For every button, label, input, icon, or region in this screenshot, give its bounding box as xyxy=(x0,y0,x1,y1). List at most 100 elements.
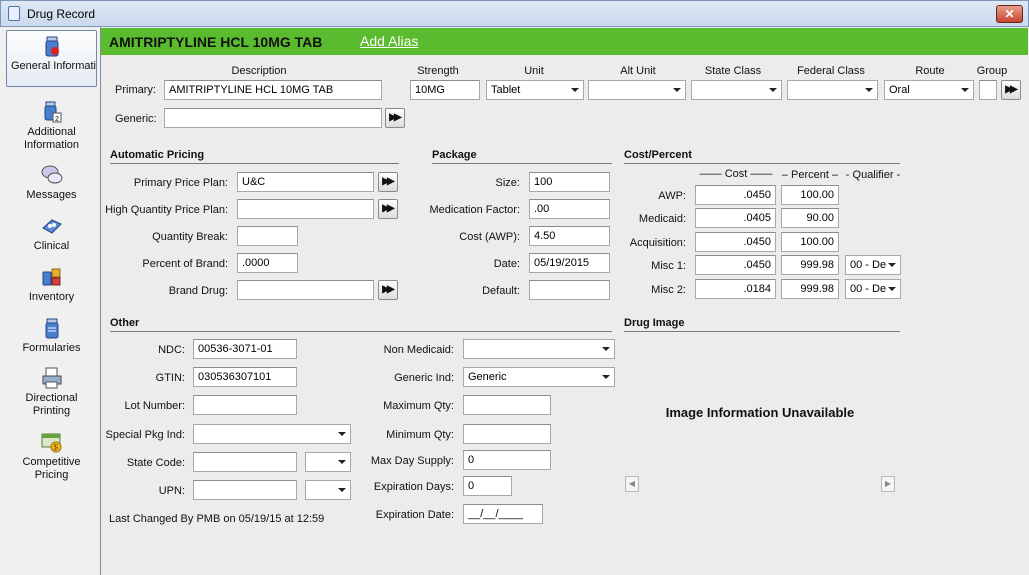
acquisition-cost-input[interactable]: .0450 xyxy=(695,232,776,252)
group-lookup-button[interactable]: ▶▶ xyxy=(1001,80,1021,100)
speech-bubbles-icon xyxy=(41,165,62,184)
state-class-select[interactable] xyxy=(691,80,782,100)
chevron-down-icon xyxy=(602,347,610,351)
cost-column-label: Cost xyxy=(724,168,748,180)
date-input[interactable]: 05/19/2015 xyxy=(529,253,610,273)
unit-select[interactable]: Tablet xyxy=(486,80,584,100)
close-button[interactable]: ✕ xyxy=(996,5,1023,23)
non-medicaid-label: Non Medicaid: xyxy=(383,344,454,356)
misc1-qualifier-select[interactable]: 00 - De xyxy=(845,255,901,275)
chevron-down-icon xyxy=(338,488,346,492)
generic-input[interactable] xyxy=(164,108,382,128)
sidebar-item-directional-printing[interactable]: Directional Printing xyxy=(6,366,97,417)
percent-of-brand-input[interactable]: .0000 xyxy=(237,253,298,273)
federal-class-select[interactable] xyxy=(787,80,878,100)
lot-number-input[interactable] xyxy=(193,395,297,415)
svg-text:2: 2 xyxy=(55,116,59,123)
col-header-alt-unit: Alt Unit xyxy=(620,65,656,77)
default-label: Default: xyxy=(482,285,520,297)
high-quantity-price-plan-label: High Quantity Price Plan: xyxy=(105,204,228,216)
sidebar-item-messages[interactable]: Messages xyxy=(6,163,97,201)
state-code-label: State Code: xyxy=(126,457,185,469)
max-day-supply-input[interactable]: 0 xyxy=(463,450,551,470)
medication-factor-input[interactable]: .00 xyxy=(529,199,610,219)
cost-row-label: Acquisition: xyxy=(629,237,686,249)
gtin-label: GTIN: xyxy=(155,372,185,384)
high-quantity-price-plan-input[interactable] xyxy=(237,199,374,219)
window-titlebar: Drug Record ✕ xyxy=(0,0,1029,27)
sidebar-item-label: Clinical xyxy=(33,240,70,252)
ndc-label: NDC: xyxy=(158,344,185,356)
misc2-percent-input[interactable]: 999.98 xyxy=(781,279,839,299)
ndc-input[interactable]: 00536-3071-01 xyxy=(193,339,297,359)
add-alias-link[interactable]: Add Alias xyxy=(360,33,418,49)
sidebar-item-formularies[interactable]: Formularies xyxy=(6,316,97,354)
alt-unit-select[interactable] xyxy=(588,80,686,100)
medicaid-percent-input[interactable]: 90.00 xyxy=(781,208,839,228)
sidebar-item-additional-information[interactable]: 2 Additional Information xyxy=(6,100,97,151)
price-card-icon: $ xyxy=(41,433,61,453)
brand-drug-lookup-button[interactable]: ▶▶ xyxy=(378,280,398,300)
sidebar-item-label: Additional Information xyxy=(23,126,80,151)
bottle-list-icon xyxy=(45,318,58,339)
misc2-cost-input[interactable]: .0184 xyxy=(695,279,776,299)
state-code-input[interactable] xyxy=(193,452,297,472)
printer-icon xyxy=(42,367,61,389)
medication-factor-label: Medication Factor: xyxy=(429,204,520,216)
primary-price-plan-input[interactable]: U&C xyxy=(237,172,374,192)
high-quantity-price-plan-lookup-button[interactable]: ▶▶ xyxy=(378,199,398,219)
upn-input[interactable] xyxy=(193,480,297,500)
expiration-days-label: Expiration Days: xyxy=(373,481,454,493)
special-pkg-ind-select[interactable] xyxy=(193,424,351,444)
expiration-days-input[interactable]: 0 xyxy=(463,476,512,496)
awp-cost-input[interactable]: .0450 xyxy=(695,185,776,205)
primary-price-plan-lookup-button[interactable]: ▶▶ xyxy=(378,172,398,192)
generic-lookup-button[interactable]: ▶▶ xyxy=(385,108,405,128)
sidebar-item-label: Directional Printing xyxy=(25,392,78,417)
sidebar-item-competitive-pricing[interactable]: $ Competitive Pricing xyxy=(6,430,97,481)
description-input[interactable]: AMITRIPTYLINE HCL 10MG TAB xyxy=(164,80,382,100)
qualifier-column-header: - Qualifier - xyxy=(845,169,901,181)
group-input[interactable] xyxy=(979,80,997,100)
state-code-select[interactable] xyxy=(305,452,351,472)
upn-label: UPN: xyxy=(158,485,185,497)
generic-ind-label: Generic Ind: xyxy=(394,372,454,384)
upn-select[interactable] xyxy=(305,480,351,500)
gtin-input[interactable]: 030536307101 xyxy=(193,367,297,387)
strength-input[interactable]: 10MG xyxy=(410,80,480,100)
expiration-date-label: Expiration Date: xyxy=(375,509,454,521)
qualifier-column-label: Qualifier xyxy=(852,169,894,181)
cost-row-label: AWP: xyxy=(658,190,686,202)
default-input[interactable] xyxy=(529,280,610,300)
acquisition-percent-input[interactable]: 100.00 xyxy=(781,232,839,252)
minimum-qty-label: Minimum Qty: xyxy=(386,429,454,441)
non-medicaid-select[interactable] xyxy=(463,339,615,359)
app-icon xyxy=(8,6,20,21)
route-select[interactable]: Oral xyxy=(884,80,974,100)
image-next-button[interactable]: ▶ xyxy=(881,476,895,492)
quantity-break-input[interactable] xyxy=(237,226,298,246)
size-label: Size: xyxy=(495,177,520,189)
cost-row-label: Misc 1: xyxy=(651,260,686,272)
medicaid-cost-input[interactable]: .0405 xyxy=(695,208,776,228)
cost-awp-input[interactable]: 4.50 xyxy=(529,226,610,246)
sidebar-item-inventory[interactable]: Inventory xyxy=(6,265,97,303)
misc2-qualifier-select[interactable]: 00 - De xyxy=(845,279,901,299)
sidebar-item-general-information[interactable]: General Information xyxy=(6,30,97,87)
misc1-percent-input[interactable]: 999.98 xyxy=(781,255,839,275)
expiration-date-input[interactable]: __/__/____ xyxy=(463,504,543,524)
image-prev-button[interactable]: ◀ xyxy=(625,476,639,492)
sidebar-item-clinical[interactable]: Clinical xyxy=(6,214,97,252)
last-changed-text: Last Changed By PMB on 05/19/15 at 12:59 xyxy=(109,513,325,525)
size-input[interactable]: 100 xyxy=(529,172,610,192)
primary-price-plan-label: Primary Price Plan: xyxy=(133,177,228,189)
maximum-qty-input[interactable] xyxy=(463,395,551,415)
misc1-cost-input[interactable]: .0450 xyxy=(695,255,776,275)
brand-drug-input[interactable] xyxy=(237,280,374,300)
generic-ind-select[interactable]: Generic xyxy=(463,367,615,387)
drug-header: AMITRIPTYLINE HCL 10MG TAB Add Alias xyxy=(101,28,1028,55)
misc1-qualifier-value: 00 - De xyxy=(850,259,887,271)
awp-percent-input[interactable]: 100.00 xyxy=(781,185,839,205)
minimum-qty-input[interactable] xyxy=(463,424,551,444)
percent-of-brand-label: Percent of Brand: xyxy=(142,258,228,270)
